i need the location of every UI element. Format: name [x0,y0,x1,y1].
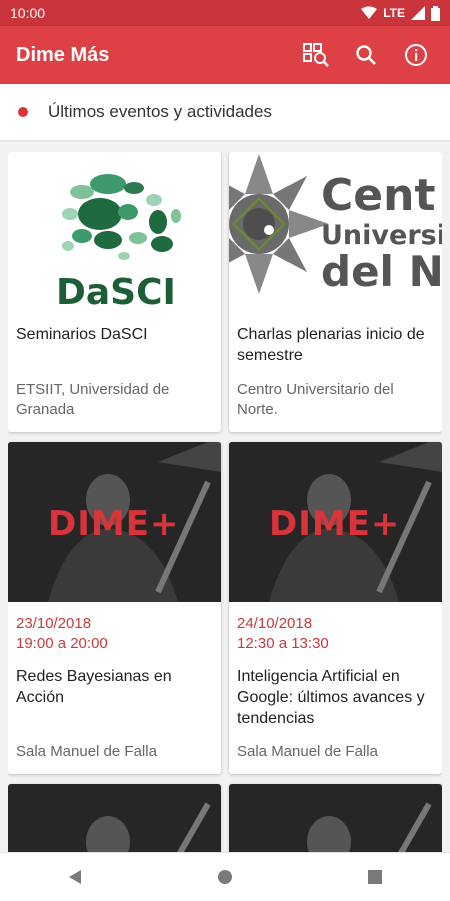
svg-text:DaSCI: DaSCI [56,272,176,312]
card-place: ETSIIT, Universidad de Granada [16,381,170,418]
status-bar: 10:00 LTE [0,0,450,26]
dasci-logo: DaSCI [56,174,181,312]
search-button[interactable] [348,37,384,73]
wifi-icon [361,6,378,19]
card-place: Sala Manuel de Falla [237,743,378,760]
event-card[interactable]: DIME+ 23/10/2018 19:00 a 20:00 Redes Bay… [8,442,221,774]
section-dot [18,107,28,117]
card-title: Inteligencia Artificial en Google: últim… [237,668,425,727]
signal-icon [411,6,425,20]
home-button[interactable] [195,853,255,901]
card-date: 24/10/2018 12:30 a 13:30 [237,615,329,652]
dime-logo-text: DIME+ [269,504,401,544]
back-icon [69,870,81,884]
recents-button[interactable] [345,853,405,901]
search-icon [356,45,376,65]
card-title: Charlas plenarias inicio de semestre [237,326,425,364]
card-title: Seminarios DaSCI [16,326,148,343]
card-image-dime: DIME+ [8,442,221,602]
card-title: Redes Bayesianas en Acción [16,668,172,706]
battery-icon [431,5,440,21]
card-place: Sala Manuel de Falla [16,743,157,760]
dime-photo [229,784,442,852]
event-card[interactable] [229,784,442,852]
centro-logo: Cent Universit del No [229,154,442,296]
qr-scan-button[interactable] [298,37,334,73]
card-place: Centro Universitario del Norte. [237,381,394,418]
recents-icon [368,870,382,884]
card-image-dasci: DaSCI [8,152,221,312]
svg-text:Cent: Cent [321,170,436,221]
info-icon [405,44,427,66]
network-label: LTE [383,6,405,20]
dime-photo [8,784,221,852]
section-header: Últimos eventos y actividades [0,84,450,142]
svg-text:del No: del No [321,247,442,296]
card-date: 23/10/2018 19:00 a 20:00 [16,615,108,652]
app-bar: Dime Más [0,26,450,84]
event-card[interactable] [8,784,221,852]
card-image-centro: Cent Universit del No [229,152,442,312]
event-card[interactable]: Cent Universit del No Charlas plenarias … [229,152,442,432]
qr-scan-icon [303,43,329,67]
events-grid: DaSCI Seminarios DaSCI ETSIIT, Universid… [8,152,442,852]
section-title: Últimos eventos y actividades [48,102,272,121]
back-button[interactable] [45,853,105,901]
system-nav-bar [0,852,450,901]
event-card[interactable]: DIME+ 24/10/2018 12:30 a 13:30 Inteligen… [229,442,442,774]
home-icon [218,870,232,884]
event-card[interactable]: DaSCI Seminarios DaSCI ETSIIT, Universid… [8,152,221,432]
info-button[interactable] [398,37,434,73]
app-title: Dime Más [16,43,110,66]
card-image-dime: DIME+ [229,442,442,602]
dime-logo-text: DIME+ [48,504,180,544]
status-time: 10:00 [10,5,46,21]
status-icons: LTE [361,5,440,21]
